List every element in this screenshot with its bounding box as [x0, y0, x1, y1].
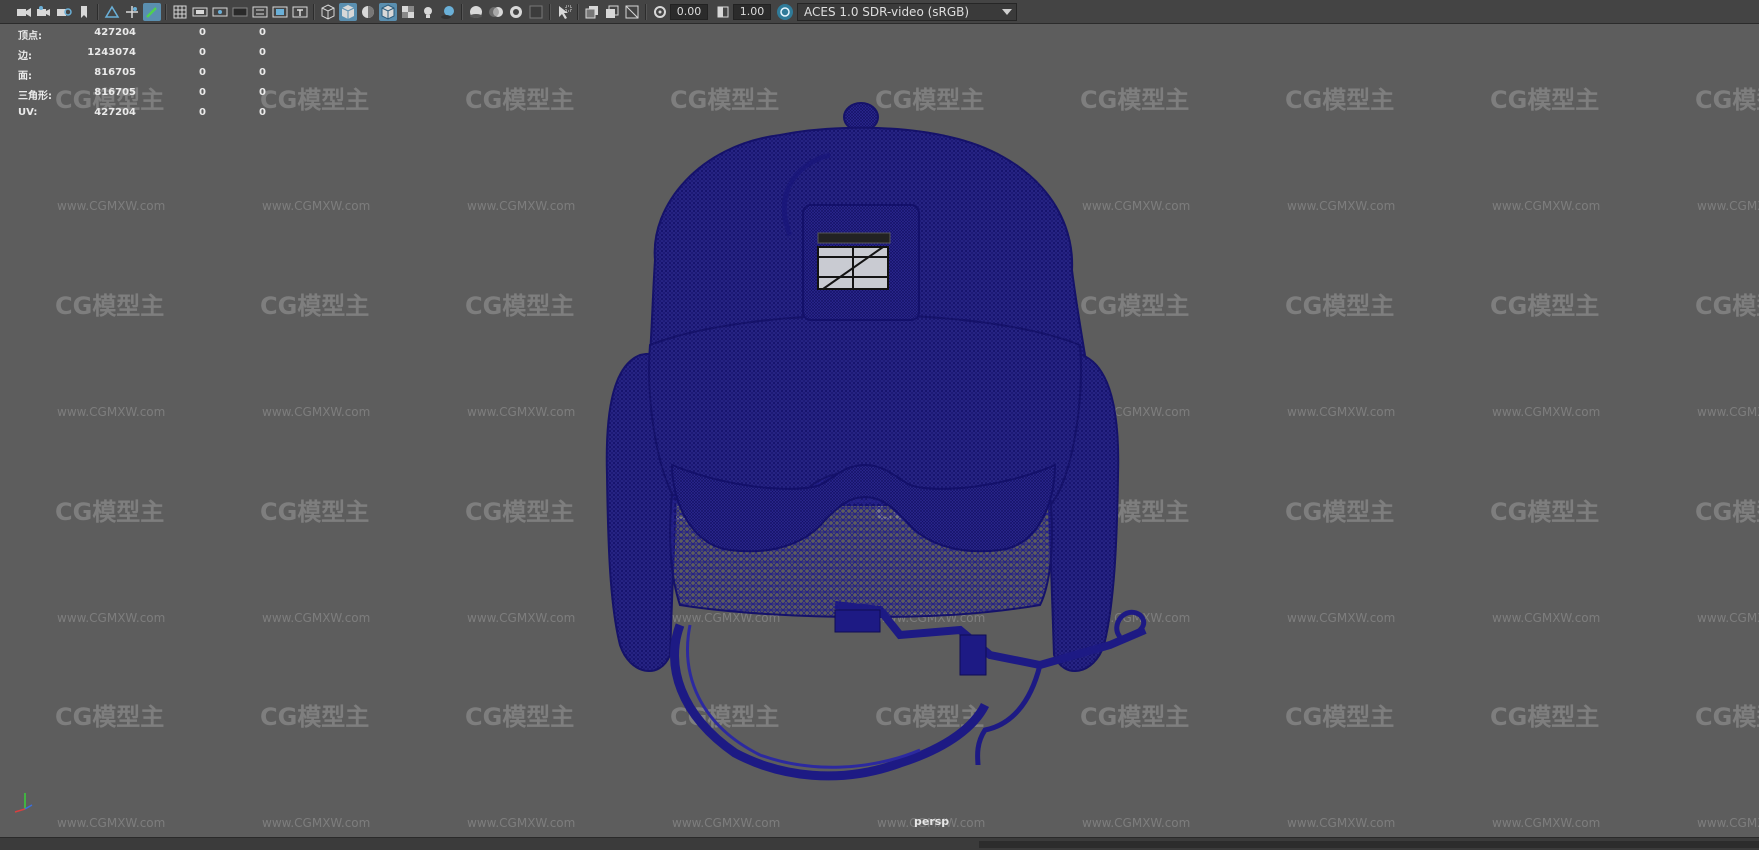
camera-lock-icon[interactable]	[35, 3, 53, 21]
chin-strap	[670, 623, 990, 781]
motion-blur-icon[interactable]	[487, 3, 505, 21]
exposure-field[interactable]: 0.00	[670, 3, 708, 20]
lights-icon[interactable]	[419, 3, 437, 21]
toolbar-separator	[577, 3, 579, 20]
hud-stat-value: 0	[199, 87, 206, 98]
nvg-mount-top	[817, 232, 891, 244]
hud-stat-label: 边:	[18, 51, 32, 62]
ambient-occlusion-icon[interactable]	[467, 3, 485, 21]
grid-icon[interactable]	[171, 3, 189, 21]
view-transform-value: ACES 1.0 SDR-video (sRGB)	[804, 4, 970, 19]
hud-stat-value: 816705	[94, 67, 136, 78]
hud-stat-label: 面:	[18, 71, 32, 82]
perspective-viewport[interactable]: CG模型主 www.CGMXW.com CG模型主 www.CGMXW.com CG模型…	[0, 25, 1759, 837]
mic-connector	[834, 609, 881, 633]
gamma-icon[interactable]	[714, 3, 732, 21]
mic-connector-2	[959, 634, 987, 676]
anti-aliasing-icon[interactable]	[507, 3, 525, 21]
gate-mask-icon[interactable]	[231, 3, 249, 21]
camera-icon[interactable]	[15, 3, 33, 21]
toolbar-separator	[313, 3, 315, 20]
gamma-field[interactable]: 1.00	[733, 3, 771, 20]
camera-name-label: persp	[914, 815, 950, 828]
hud-stat-value: 427204	[94, 107, 136, 118]
toolbar-separator	[97, 3, 99, 20]
wireframe-on-shaded-icon[interactable]	[379, 2, 397, 21]
hud-stat-value: 427204	[94, 27, 136, 38]
hud-stat-value: 816705	[94, 87, 136, 98]
camera-attributes-icon[interactable]	[55, 3, 73, 21]
timeline-track	[979, 841, 1759, 848]
hud-stat-value: 0	[199, 107, 206, 118]
right-strap	[975, 664, 1043, 766]
hud-stat-label: 三角形:	[18, 91, 52, 102]
hud-stat-value: 0	[259, 47, 266, 58]
flat-shade-icon[interactable]	[359, 3, 377, 21]
hud-stat-label: 顶点:	[18, 31, 42, 42]
safe-title-icon[interactable]	[291, 3, 309, 21]
color-management-icon[interactable]	[777, 3, 793, 20]
isolate-select-icon[interactable]	[555, 3, 573, 21]
hud-stat-value: 0	[259, 27, 266, 38]
hud-stat-value: 0	[259, 107, 266, 118]
toolbar-separator	[165, 3, 167, 20]
exposure-icon[interactable]	[651, 3, 669, 21]
hud-stat-value: 1243074	[87, 47, 136, 58]
hud-stat-value: 0	[259, 87, 266, 98]
smooth-shade-icon[interactable]	[339, 2, 357, 21]
image-plane-icon[interactable]	[103, 3, 121, 21]
panel-toolbar: 0.00 1.00 ACES 1.0 SDR-video (sRGB)	[0, 0, 1759, 24]
grease-pencil-icon[interactable]	[143, 2, 161, 21]
film-gate-icon[interactable]	[191, 3, 209, 21]
textured-icon[interactable]	[399, 3, 417, 21]
hud-stat-label: UV:	[18, 107, 38, 118]
toolbar-separator	[645, 3, 647, 20]
2d-pan-zoom-icon[interactable]	[123, 3, 141, 21]
helmet-wireframe-model[interactable]	[0, 25, 1759, 837]
toolbar-separator	[549, 3, 551, 20]
wireframe-icon[interactable]	[319, 3, 337, 21]
chevron-down-icon	[1002, 8, 1012, 15]
toolbar-separator	[461, 3, 463, 20]
hud-stat-value: 0	[199, 67, 206, 78]
xray-icon[interactable]	[583, 3, 601, 21]
resolution-gate-icon[interactable]	[211, 3, 229, 21]
hud-stat-value: 0	[199, 47, 206, 58]
xray-components-icon[interactable]	[623, 3, 641, 21]
field-chart-icon[interactable]	[251, 3, 269, 21]
axis-gizmo	[14, 793, 33, 813]
safe-action-icon[interactable]	[271, 3, 289, 21]
xray-joints-icon[interactable]	[603, 3, 621, 21]
hud-stat-value: 0	[259, 67, 266, 78]
bookmark-icon[interactable]	[75, 3, 93, 21]
bottom-timeline-strip	[0, 837, 1759, 850]
hud-stat-value: 0	[199, 27, 206, 38]
depth-of-field-icon[interactable]	[527, 3, 545, 21]
view-transform-dropdown[interactable]: ACES 1.0 SDR-video (sRGB)	[797, 2, 1017, 21]
shadows-icon[interactable]	[439, 3, 457, 21]
